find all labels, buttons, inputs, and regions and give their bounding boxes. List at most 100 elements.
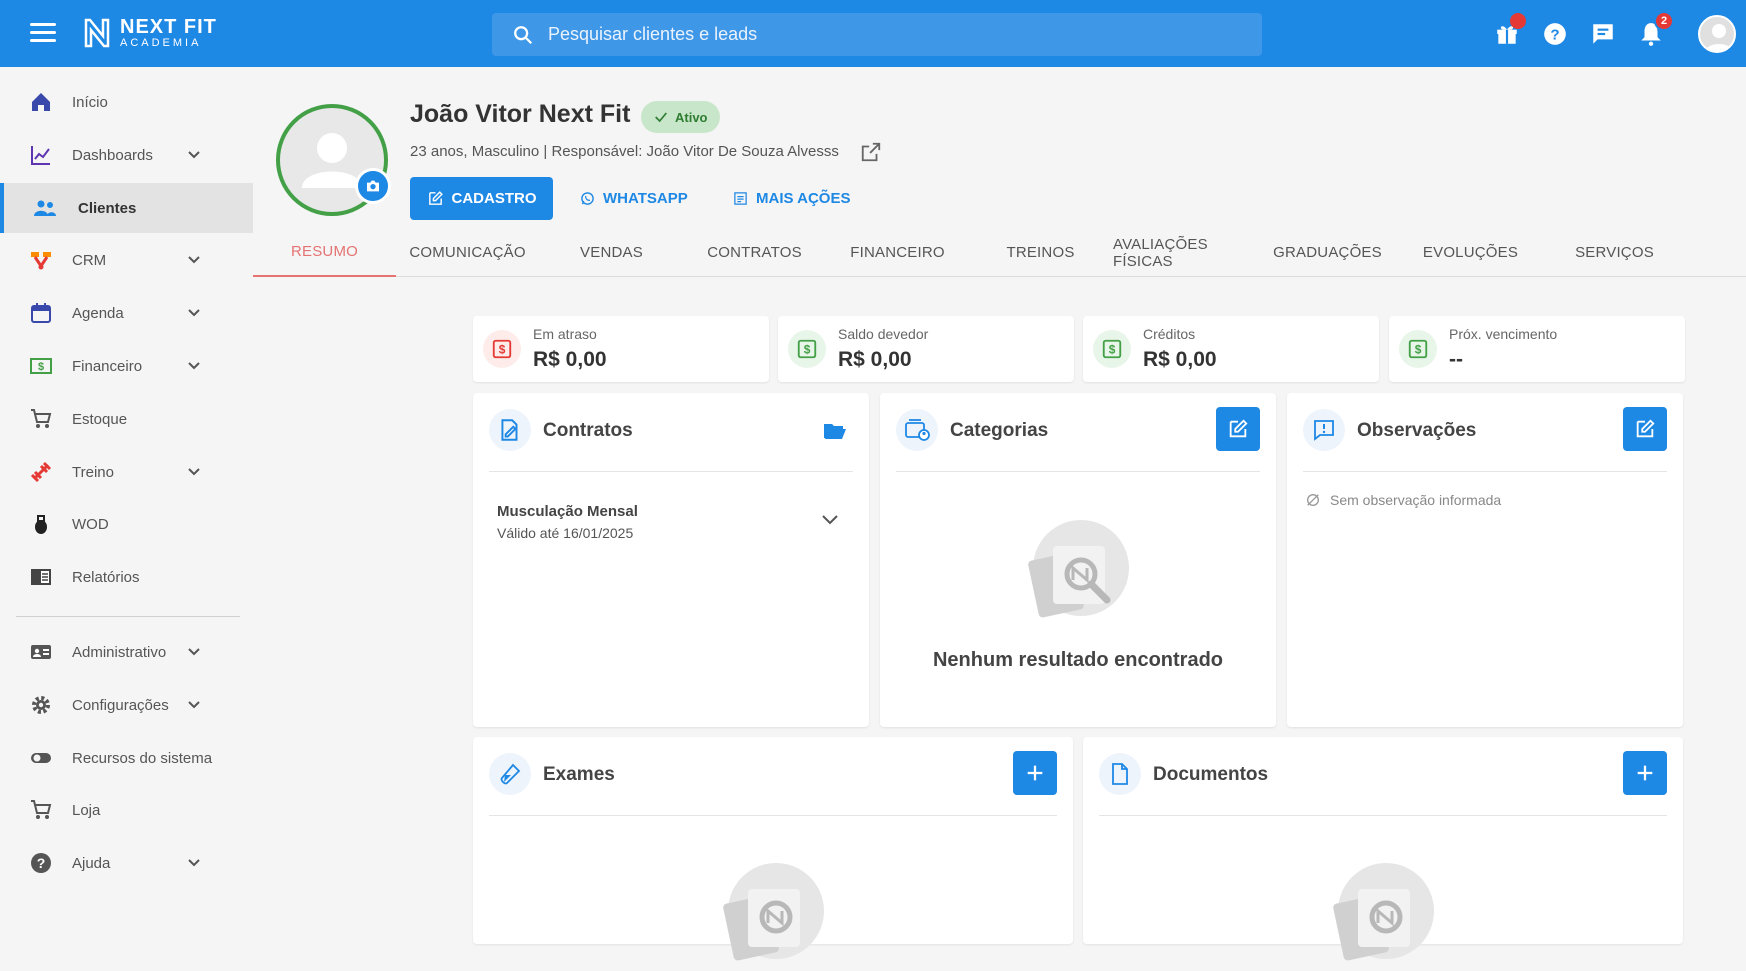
empty-search-icon <box>1028 520 1129 618</box>
chevron-down-icon[interactable] <box>186 644 202 660</box>
contract-validity: Válido até 16/01/2025 <box>497 525 634 541</box>
sidebar-item-label: Administrativo <box>72 643 167 661</box>
brand-name: NEXT FIT <box>120 16 217 38</box>
divider <box>489 815 1057 816</box>
tab-financeiro[interactable]: FINANCEIRO <box>826 228 969 277</box>
edit-categorias-button[interactable] <box>1216 407 1260 451</box>
categorias-title: Categorias <box>950 420 1049 441</box>
gear-icon <box>28 692 54 718</box>
sidebar-item-label: Ajuda <box>72 854 111 872</box>
document-icon <box>1099 753 1141 795</box>
sidebar-item-label: Dashboards <box>72 146 153 164</box>
tab-evolucoes[interactable]: EVOLUÇÕES <box>1399 228 1542 277</box>
chevron-down-icon[interactable] <box>186 252 202 268</box>
chevron-down-icon[interactable] <box>186 464 202 480</box>
money-icon: $ <box>28 353 54 379</box>
chevron-down-icon[interactable] <box>186 305 202 321</box>
help-icon: ? <box>28 850 54 876</box>
user-icon <box>1705 23 1733 51</box>
chevron-down-icon[interactable] <box>186 358 202 374</box>
contratos-panel: Contratos Musculação Mensal Válido até 1… <box>473 393 869 727</box>
tab-graduacoes[interactable]: GRADUAÇÕES <box>1256 228 1399 277</box>
status-label: Ativo <box>675 109 708 125</box>
search-input[interactable]: Pesquisar clientes e leads <box>492 13 1262 56</box>
chevron-down-icon[interactable] <box>822 515 838 525</box>
sidebar-item-crm[interactable]: CRM <box>0 235 253 285</box>
sidebar-item-wod[interactable]: WOD <box>0 499 253 549</box>
summary-label: Em atraso <box>533 326 597 342</box>
summary-card: $ Próx. vencimento -- <box>1389 316 1685 382</box>
summary-value: R$ 0,00 <box>1143 348 1217 371</box>
svg-text:$: $ <box>804 343 811 357</box>
summary-card: $ Saldo devedor R$ 0,00 <box>778 316 1074 382</box>
cadastro-label: CADASTRO <box>451 190 537 207</box>
sidebar-item-loja[interactable]: Loja <box>0 785 253 835</box>
sidebar-item-treino[interactable]: Treino <box>0 447 253 497</box>
divider <box>489 471 853 472</box>
exames-title: Exames <box>543 764 615 785</box>
documentos-title: Documentos <box>1153 764 1269 785</box>
summary-value: R$ 0,00 <box>533 348 607 371</box>
sidebar-divider <box>16 616 240 617</box>
cart-icon <box>28 797 54 823</box>
toggle-icon <box>28 745 54 771</box>
help-icon[interactable]: ? <box>1542 21 1568 47</box>
sidebar-item-recursos-do-sistema[interactable]: Recursos do sistema <box>0 733 253 783</box>
sidebar-item-clientes[interactable]: Clientes <box>0 183 253 233</box>
empty-set-icon <box>1307 494 1319 506</box>
summary-value: R$ 0,00 <box>838 348 912 371</box>
sidebar-item-relatorios[interactable]: Relatórios <box>0 552 253 602</box>
bell-icon[interactable]: 2 <box>1638 10 1674 47</box>
cadastro-button[interactable]: CADASTRO <box>410 177 553 220</box>
sidebar-item-label: Início <box>72 93 108 111</box>
sidebar-item-ajuda[interactable]: ? Ajuda <box>0 838 253 888</box>
svg-text:?: ? <box>1550 26 1559 43</box>
sidebar-item-configuracoes[interactable]: Configurações <box>0 680 253 730</box>
money-icon: $ <box>1093 330 1131 368</box>
tab-contratos[interactable]: CONTRATOS <box>683 228 826 277</box>
gift-icon[interactable] <box>1494 12 1526 47</box>
notification-badge: 2 <box>1654 10 1674 31</box>
sidebar-item-administrativo[interactable]: Administrativo <box>0 627 253 677</box>
nextfit-logo-icon <box>84 18 110 48</box>
kettlebell-icon <box>28 511 54 537</box>
whatsapp-button[interactable]: WHATSAPP <box>580 177 688 220</box>
chevron-down-icon[interactable] <box>186 147 202 163</box>
camera-icon[interactable] <box>355 168 391 204</box>
edit-observacoes-button[interactable] <box>1623 407 1667 451</box>
sidebar-item-financeiro[interactable]: $ Financeiro <box>0 341 253 391</box>
tab-comunicacao[interactable]: COMUNICAÇÃO <box>396 228 539 277</box>
observacoes-panel: Observações Sem observação informada <box>1287 393 1683 727</box>
test-tube-icon <box>489 753 531 795</box>
calendar-icon <box>28 300 54 326</box>
sidebar-item-inicio[interactable]: Início <box>0 77 253 127</box>
sidebar-item-dashboards[interactable]: Dashboards <box>0 130 253 180</box>
tab-avaliacoes-fisicas[interactable]: AVALIAÇÕES FÍSICAS <box>1113 228 1256 277</box>
folder-open-icon[interactable] <box>823 421 847 441</box>
sidebar-item-estoque[interactable]: Estoque <box>0 394 253 444</box>
tab-servicos[interactable]: SERVIÇOS <box>1543 228 1686 277</box>
sidebar-item-label: Financeiro <box>72 357 143 375</box>
money-icon: $ <box>1399 330 1437 368</box>
empty-search-icon <box>1333 863 1434 961</box>
sidebar-item-label: Treino <box>72 463 114 481</box>
svg-text:$: $ <box>1109 343 1116 357</box>
sidebar-item-agenda[interactable]: Agenda <box>0 288 253 338</box>
id-card-icon <box>28 639 54 665</box>
brand-logo[interactable]: NEXT FIT ACADEMIA <box>82 16 217 50</box>
add-exame-button[interactable] <box>1013 751 1057 795</box>
chat-icon[interactable] <box>1590 21 1616 47</box>
tab-vendas[interactable]: VENDAS <box>540 228 683 277</box>
user-avatar[interactable] <box>1698 14 1736 53</box>
add-documento-button[interactable] <box>1623 751 1667 795</box>
chevron-down-icon[interactable] <box>186 855 202 871</box>
category-icon <box>896 409 938 451</box>
tab-resumo[interactable]: RESUMO <box>253 228 396 277</box>
menu-icon[interactable] <box>30 23 56 43</box>
chevron-down-icon[interactable] <box>186 697 202 713</box>
external-link-icon[interactable] <box>860 141 882 163</box>
mais-acoes-button[interactable]: MAIS AÇÕES <box>733 177 850 220</box>
list-icon <box>734 192 747 205</box>
tab-treinos[interactable]: TREINOS <box>969 228 1112 277</box>
sidebar-item-label: Configurações <box>72 696 169 714</box>
